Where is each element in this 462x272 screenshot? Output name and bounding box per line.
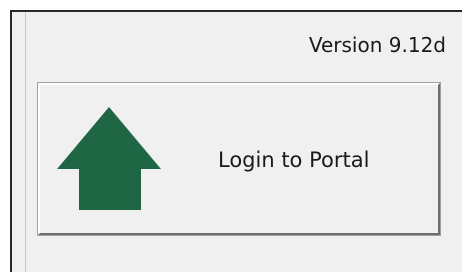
login-to-portal-button[interactable]: Login to Portal [37, 82, 441, 236]
panel-divider [25, 12, 26, 272]
version-label: Version 9.12d [308, 33, 446, 57]
login-button-label: Login to Portal [218, 148, 370, 172]
app-window: Version 9.12d Login to Portal [0, 0, 462, 272]
home-arrow-icon [57, 107, 161, 210]
